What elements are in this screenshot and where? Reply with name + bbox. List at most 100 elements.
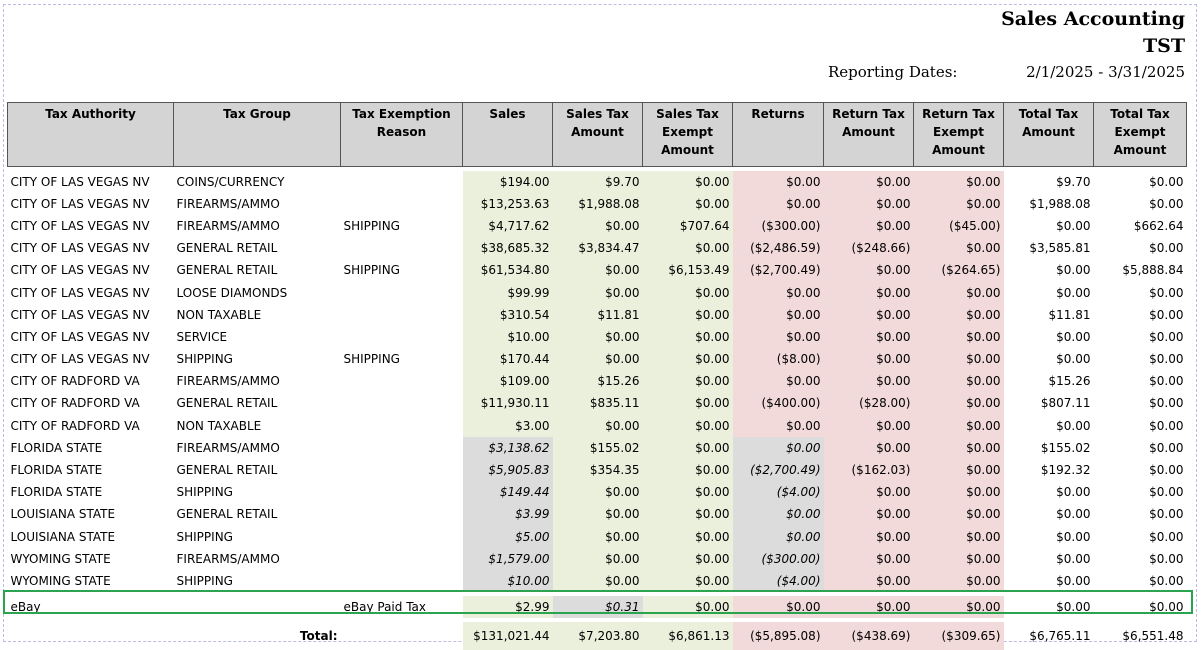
cell-sales-exempt: $0.00 bbox=[642, 525, 733, 548]
cell-return-tax: $0.00 bbox=[823, 436, 914, 459]
cell-sales: $5,905.83 bbox=[462, 458, 553, 482]
cell-tax-authority: WYOMING STATE bbox=[10, 573, 111, 588]
cell-tax-authority: LOUISIANA STATE bbox=[10, 529, 116, 544]
cell-total-exempt: $0.00 bbox=[1149, 329, 1184, 344]
col-header-exemption-reason: Tax Exemption Reason bbox=[340, 102, 463, 167]
ebay-group bbox=[174, 596, 341, 618]
table-row: CITY OF LAS VEGAS NV FIREARMS/AMMO $13,253… bbox=[8, 192, 1187, 215]
cell-sales: $3,138.62 bbox=[462, 436, 553, 459]
cell-tax-group: SHIPPING bbox=[176, 529, 233, 544]
cell-tax-group: GENERAL RETAIL bbox=[176, 241, 278, 256]
cell-tax-authority: CITY OF LAS VEGAS NV bbox=[10, 352, 150, 367]
cell-return-tax: $0.00 bbox=[823, 569, 914, 593]
cell-sales: $11,930.11 bbox=[462, 392, 553, 415]
cell-total-exempt: $0.00 bbox=[1149, 463, 1184, 478]
cell-sales: $61,534.80 bbox=[462, 259, 553, 282]
col-header-sales-exempt: Sales Tax Exempt Amount bbox=[642, 102, 733, 167]
cell-tax-group: NON TAXABLE bbox=[176, 418, 262, 433]
ebay-authority: eBay bbox=[10, 600, 41, 615]
cell-total-exempt: $0.00 bbox=[1149, 396, 1184, 411]
cell-sales: $10.00 bbox=[462, 569, 553, 593]
col-header-sales: Sales bbox=[462, 102, 553, 167]
cell-returns: $0.00 bbox=[732, 192, 824, 215]
cell-total-exempt: $0.00 bbox=[1149, 485, 1184, 500]
table-row: CITY OF LAS VEGAS NV FIREARMS/AMMO SHIPPIN… bbox=[8, 214, 1187, 238]
cell-sales-exempt: $0.00 bbox=[642, 303, 733, 326]
cell-exemption-reason: SHIPPING bbox=[343, 263, 400, 278]
cell-return-tax: $0.00 bbox=[823, 547, 914, 570]
cell-exemption-reason bbox=[341, 193, 463, 215]
cell-total-tax: $0.00 bbox=[1056, 485, 1091, 500]
cell-exemption-reason bbox=[341, 459, 463, 481]
col-header-return-tax: Return Tax Amount bbox=[823, 102, 914, 167]
table-row: LOUISIANA STATE GENERAL RETAIL $3.99 $0.00 $… bbox=[8, 503, 1187, 526]
cell-sales-exempt: $0.00 bbox=[642, 348, 733, 371]
table-row: WYOMING STATE FIREARMS/AMMO $1,579.00 $0.00… bbox=[8, 547, 1187, 570]
cell-return-exempt: $0.00 bbox=[913, 392, 1004, 415]
cell-return-tax: $0.00 bbox=[823, 214, 914, 238]
cell-exemption-reason bbox=[341, 171, 463, 193]
cell-total-tax: $155.02 bbox=[1040, 440, 1091, 455]
cell-returns: ($400.00) bbox=[732, 392, 824, 415]
cell-tax-group: FIREARMS/AMMO bbox=[176, 551, 280, 566]
cell-returns: ($4.00) bbox=[732, 481, 824, 504]
cell-exemption-reason bbox=[341, 392, 463, 414]
ebay-reason: eBay Paid Tax bbox=[343, 600, 427, 615]
cell-tax-group: SERVICE bbox=[176, 329, 228, 344]
cell-total-tax: $0.00 bbox=[1056, 418, 1091, 433]
cell-total-exempt: $0.00 bbox=[1149, 573, 1184, 588]
table-row: CITY OF RADFORD VA NON TAXABLE $3.00 $0.00 $… bbox=[8, 414, 1187, 437]
cell-tax-group: NON TAXABLE bbox=[176, 307, 262, 322]
cell-return-tax: $0.00 bbox=[823, 192, 914, 215]
cell-return-exempt: $0.00 bbox=[913, 436, 1004, 459]
cell-exemption-reason bbox=[341, 526, 463, 548]
cell-sales-tax: $0.00 bbox=[552, 503, 643, 526]
cell-exemption-reason bbox=[341, 304, 463, 326]
cell-return-tax: $0.00 bbox=[823, 259, 914, 282]
cell-total-exempt: $5,888.84 bbox=[1122, 263, 1184, 278]
cell-tax-authority: CITY OF LAS VEGAS NV bbox=[10, 285, 150, 300]
cell-exemption-reason bbox=[341, 548, 463, 570]
cell-total-tax: $15.26 bbox=[1048, 374, 1091, 389]
cell-sales-tax: $1,988.08 bbox=[552, 192, 643, 215]
table-row: LOUISIANA STATE SHIPPING $5.00 $0.00 $0.00 $0… bbox=[8, 525, 1187, 548]
col-header-tax-authority: Tax Authority bbox=[7, 102, 174, 167]
cell-sales: $170.44 bbox=[462, 348, 553, 371]
table-row: CITY OF LAS VEGAS NV GENERAL RETAIL SHIPPI… bbox=[8, 259, 1187, 282]
cell-tax-authority: CITY OF LAS VEGAS NV bbox=[10, 196, 150, 211]
cell-total-exempt: $0.00 bbox=[1149, 507, 1184, 522]
cell-sales: $194.00 bbox=[462, 170, 553, 193]
ebay-sales: $2.99 bbox=[462, 596, 553, 619]
ebay-total-exempt: $0.00 bbox=[1149, 600, 1184, 615]
cell-total-exempt: $0.00 bbox=[1149, 285, 1184, 300]
cell-total-tax: $192.32 bbox=[1040, 463, 1091, 478]
cell-return-exempt: ($264.65) bbox=[913, 259, 1004, 282]
col-header-tax-group: Tax Group bbox=[173, 102, 341, 167]
totals-row: Total: $131,021.44 $7,203.80 $6,861.13 (… bbox=[8, 622, 1187, 650]
cell-tax-group: GENERAL RETAIL bbox=[176, 507, 278, 522]
cell-exemption-reason bbox=[341, 481, 463, 503]
cell-sales: $149.44 bbox=[462, 481, 553, 504]
cell-return-tax: $0.00 bbox=[823, 303, 914, 326]
cell-sales-exempt: $0.00 bbox=[642, 392, 733, 415]
cell-returns: $0.00 bbox=[732, 303, 824, 326]
cell-tax-authority: FLORIDA STATE bbox=[10, 485, 103, 500]
cell-tax-authority: CITY OF LAS VEGAS NV bbox=[10, 218, 150, 233]
cell-sales: $10.00 bbox=[462, 325, 553, 348]
cell-return-exempt: ($45.00) bbox=[913, 214, 1004, 238]
cell-returns: ($2,700.49) bbox=[732, 259, 824, 282]
cell-returns: $0.00 bbox=[732, 525, 824, 548]
cell-exemption-reason bbox=[341, 370, 463, 392]
table-row: FLORIDA STATE FIREARMS/AMMO $3,138.62 $155.… bbox=[8, 436, 1187, 459]
table-row: CITY OF LAS VEGAS NV COINS/CURRENCY $194.0… bbox=[8, 170, 1187, 193]
cell-tax-authority: FLORIDA STATE bbox=[10, 440, 103, 455]
cell-tax-group: SHIPPING bbox=[176, 352, 233, 367]
cell-sales-tax: $0.00 bbox=[552, 481, 643, 504]
cell-return-exempt: $0.00 bbox=[913, 370, 1004, 393]
cell-tax-group: GENERAL RETAIL bbox=[176, 263, 278, 278]
totals-sales-exempt: $6,861.13 bbox=[642, 622, 733, 650]
cell-sales-tax: $9.70 bbox=[552, 170, 643, 193]
cell-returns: ($300.00) bbox=[732, 547, 824, 570]
cell-tax-authority: CITY OF LAS VEGAS NV bbox=[10, 241, 150, 256]
table-row: CITY OF LAS VEGAS NV NON TAXABLE $310.54 $1… bbox=[8, 303, 1187, 326]
